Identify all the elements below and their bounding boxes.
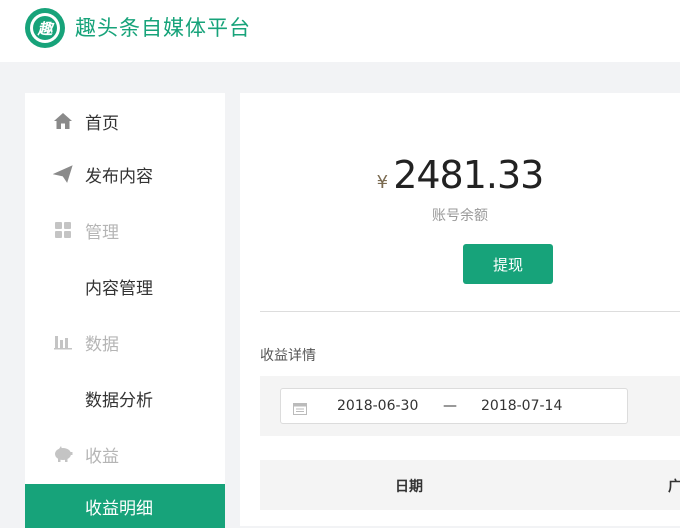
date-separator: — xyxy=(443,398,457,414)
home-icon xyxy=(53,111,73,131)
calendar-icon xyxy=(293,400,307,415)
sidebar-item-label: 收益 xyxy=(85,446,119,467)
divider xyxy=(260,311,680,312)
sidebar-item-label: 内容管理 xyxy=(85,278,153,299)
grid-icon xyxy=(53,220,73,240)
app-logo[interactable]: 趣 xyxy=(25,8,65,48)
section-title: 收益详情 xyxy=(260,348,316,364)
currency-symbol: ¥ xyxy=(376,172,389,193)
app-title: 趣头条自媒体平台 xyxy=(75,16,251,40)
logo-mark: 趣 xyxy=(33,16,57,40)
sidebar-item-data-analysis[interactable]: 数据分析 xyxy=(25,370,225,426)
sidebar-item-label: 首页 xyxy=(85,113,119,134)
sidebar-group-data[interactable]: 数据 xyxy=(25,314,225,370)
column-header-next[interactable]: 广 xyxy=(668,476,680,496)
top-header: 趣 趣头条自媒体平台 xyxy=(0,0,680,62)
date-range-picker[interactable]: 2018-06-30 — 2018-07-14 xyxy=(280,388,628,424)
date-start-input[interactable]: 2018-06-30 xyxy=(337,398,418,414)
sidebar-item-label: 数据分析 xyxy=(85,390,153,411)
account-balance: ¥ 2481.33 xyxy=(240,153,680,197)
piggy-bank-icon xyxy=(53,444,73,464)
column-header-date[interactable]: 日期 xyxy=(395,476,423,496)
send-icon xyxy=(53,164,73,184)
sidebar-item-label: 发布内容 xyxy=(85,166,153,187)
sidebar-item-label: 管理 xyxy=(85,222,119,243)
balance-amount: 2481.33 xyxy=(393,153,544,197)
balance-label: 账号余额 xyxy=(432,208,488,224)
withdraw-button[interactable]: 提现 xyxy=(463,244,553,284)
date-end-input[interactable]: 2018-07-14 xyxy=(481,398,562,414)
sidebar-item-label: 数据 xyxy=(85,334,119,355)
bar-chart-icon xyxy=(53,332,73,352)
table-header: 日期 广 xyxy=(260,460,680,510)
sidebar-item-publish[interactable]: 发布内容 xyxy=(25,146,225,202)
sidebar-item-earnings-detail[interactable]: 收益明细 xyxy=(25,484,225,528)
filter-bar: 2018-06-30 — 2018-07-14 xyxy=(260,376,680,436)
sidebar-item-home[interactable]: 首页 xyxy=(25,93,225,149)
main-panel: ¥ 2481.33 账号余额 提现 收益详情 2018-06-30 — 2018… xyxy=(240,93,680,526)
sidebar: 首页 发布内容 管理 内容管理 数据 数据分析 收益 收益明细 xyxy=(25,93,225,528)
sidebar-group-manage[interactable]: 管理 xyxy=(25,202,225,258)
sidebar-item-label: 收益明细 xyxy=(85,498,153,519)
sidebar-group-earnings[interactable]: 收益 xyxy=(25,426,225,482)
sidebar-item-content-manage[interactable]: 内容管理 xyxy=(25,258,225,314)
